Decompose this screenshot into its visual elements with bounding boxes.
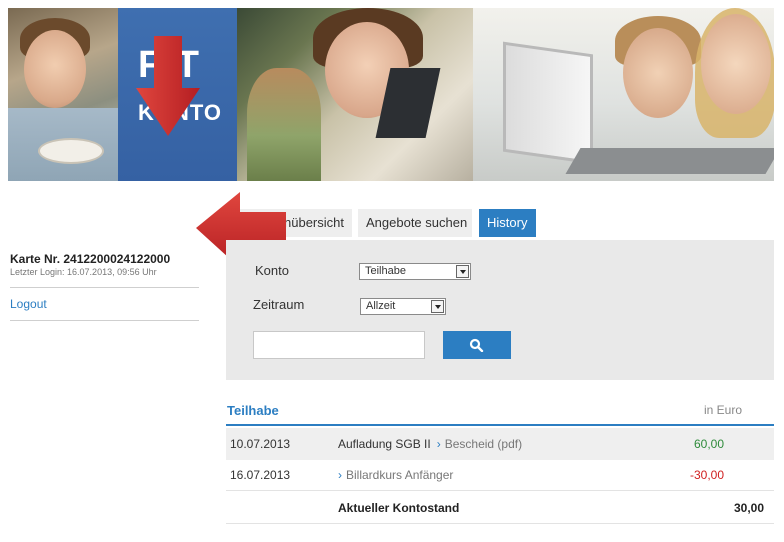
search-input[interactable]: [253, 331, 425, 359]
row-date: 10.07.2013: [230, 437, 291, 451]
filter-panel: Konto Teilhabe Zeitraum Allzeit: [226, 240, 774, 380]
table-row: 16.07.2013 › Billardkurs Anfänger -30,00: [226, 459, 774, 491]
header-banner: FIT KONTO: [8, 8, 774, 181]
history-table-header: Teilhabe in Euro: [226, 396, 774, 426]
billardkurs-link[interactable]: Billardkurs Anfänger: [346, 468, 453, 482]
table-row: 10.07.2013 Aufladung SGB II › Bescheid (pd…: [226, 428, 774, 460]
konto-select[interactable]: Teilhabe: [359, 263, 471, 280]
sidebar-divider: [10, 320, 199, 321]
currency-unit: in Euro: [703, 403, 742, 417]
red-arrow-down-icon: [136, 36, 200, 136]
row-date: 16.07.2013: [230, 468, 291, 482]
banner-photo-classroom: [473, 8, 774, 181]
chevron-right-icon: ›: [436, 437, 441, 451]
search-button[interactable]: [443, 331, 511, 359]
last-login: Letzter Login: 16.07.2013, 09:56 Uhr: [10, 267, 157, 277]
table-title: Teilhabe: [227, 403, 279, 418]
chevron-right-icon: ›: [338, 468, 342, 482]
zeitraum-select-value: Allzeit: [366, 300, 396, 312]
bescheid-pdf-link[interactable]: Bescheid (pdf): [445, 437, 522, 451]
zeitraum-select[interactable]: Allzeit: [360, 298, 446, 315]
chevron-down-icon: [456, 265, 469, 278]
row-amount: -30,00: [689, 468, 724, 482]
row-description: › Billardkurs Anfänger: [338, 459, 453, 491]
card-number: Karte Nr. 2412200024122000: [10, 252, 171, 266]
konto-select-value: Teilhabe: [365, 265, 406, 277]
tab-angebote-suchen[interactable]: Angebote suchen: [358, 209, 472, 237]
logout-link[interactable]: Logout: [10, 297, 47, 311]
konto-label: Konto: [255, 263, 289, 278]
chevron-down-icon: [431, 300, 444, 313]
search-icon: [469, 338, 484, 352]
banner-photo-boy: [8, 8, 118, 181]
total-label: Aktueller Kontostand: [338, 501, 460, 515]
row-desc-text: Aufladung SGB II: [338, 437, 431, 451]
zeitraum-label: Zeitraum: [253, 297, 305, 312]
row-amount: 60,00: [693, 437, 724, 451]
sidebar-divider: [10, 287, 199, 288]
tab-history[interactable]: History: [479, 209, 536, 237]
total-amount: 30,00: [733, 501, 764, 515]
table-total-row: Aktueller Kontostand 30,00: [226, 492, 774, 524]
banner-photo-teacher: [237, 8, 473, 181]
row-description: Aufladung SGB II › Bescheid (pdf): [338, 428, 522, 460]
